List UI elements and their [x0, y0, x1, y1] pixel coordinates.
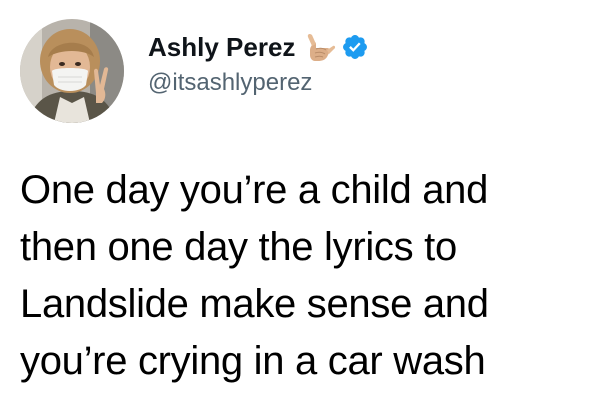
avatar[interactable] [20, 19, 124, 123]
tweet-text-line: Landslide make sense and [20, 282, 489, 326]
display-name[interactable]: Ashly Perez [148, 30, 295, 64]
avatar-photo [20, 19, 124, 123]
tweet-text-line: then one day the lyrics to [20, 225, 457, 269]
tweet-text-line: One day you’re a child and [20, 168, 489, 212]
tweet-card: Ashly Perez @itsashlyperez One day you’r… [0, 0, 599, 412]
call-me-hand-emoji-icon [303, 30, 337, 64]
author-handle[interactable]: @itsashlyperez [148, 68, 312, 98]
tweet-text: One day you’re a child and then one day … [20, 162, 595, 390]
verified-badge-icon [341, 33, 369, 61]
author-name-row: Ashly Perez [148, 30, 369, 64]
tweet-text-line: you’re crying in a car wash [20, 339, 486, 383]
